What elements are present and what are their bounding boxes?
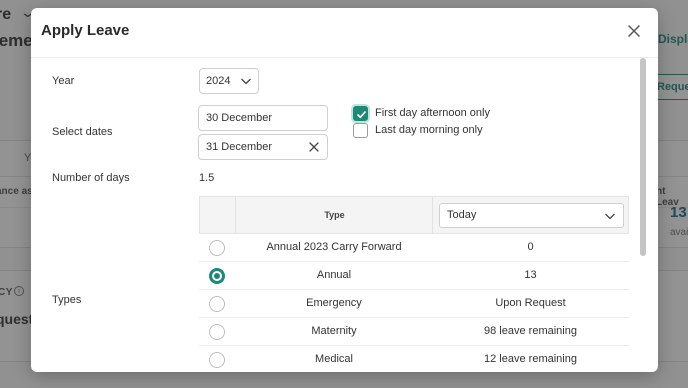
number-of-days-value: 1.5 (199, 172, 215, 184)
leave-balance: 98 leave remaining (484, 325, 577, 337)
close-button[interactable] (625, 22, 643, 40)
year-select[interactable]: 2024 (199, 68, 259, 94)
close-icon (628, 25, 640, 37)
last-day-morning-label: Last day morning only (375, 124, 483, 136)
chevron-down-icon (241, 78, 251, 85)
table-row[interactable]: Medical 12 leave remaining (199, 346, 629, 372)
balance-date-value: Today (447, 209, 477, 221)
radio-button[interactable] (209, 352, 225, 368)
year-label: Year (52, 75, 75, 87)
leave-type-name: Annual (316, 269, 352, 281)
checkbox-checked-icon[interactable] (353, 106, 368, 121)
select-dates-label: Select dates (52, 126, 113, 138)
table-row[interactable]: Annual 2023 Carry Forward 0 (199, 234, 629, 262)
leave-type-name: Maternity (311, 325, 357, 337)
balance-date-select[interactable]: Today (439, 203, 624, 228)
scrollbar-thumb[interactable] (640, 58, 646, 256)
leave-type-name: Medical (315, 353, 353, 365)
end-date-input[interactable]: 31 December (198, 134, 328, 160)
start-date-input[interactable]: 30 December (198, 105, 328, 131)
apply-leave-dialog: Apply Leave Year 2024 Select dates 30 De… (31, 8, 658, 372)
dialog-header-divider (31, 57, 658, 58)
types-label: Types (52, 294, 82, 306)
table-row[interactable]: Maternity 98 leave remaining (199, 318, 629, 346)
radio-button[interactable] (209, 324, 225, 340)
leave-balance: Upon Request (495, 297, 566, 309)
first-day-afternoon-label: First day afternoon only (375, 107, 490, 119)
leave-balance: 0 (527, 241, 534, 253)
table-header: Type Today (199, 196, 629, 234)
year-select-value: 2024 (206, 75, 231, 87)
radio-button[interactable] (209, 240, 225, 256)
leave-type-name: Emergency (306, 297, 362, 309)
table-header-select-column (200, 197, 236, 233)
checkbox-unchecked-icon[interactable] (353, 123, 368, 138)
type-column-header: Type (237, 197, 433, 233)
end-date-value: 31 December (206, 141, 273, 153)
leave-balance: 13 (524, 269, 537, 281)
radio-button[interactable] (209, 296, 225, 312)
radio-button-selected[interactable] (209, 268, 225, 284)
start-date-value: 30 December (206, 112, 273, 124)
clear-date-icon[interactable] (307, 140, 321, 154)
dialog-title: Apply Leave (41, 22, 130, 39)
number-of-days-label: Number of days (52, 172, 130, 184)
table-row[interactable]: Annual 13 (199, 262, 629, 290)
table-row[interactable]: Emergency Upon Request (199, 290, 629, 318)
leave-type-name: Annual 2023 Carry Forward (266, 241, 402, 253)
leave-balance: 12 leave remaining (484, 353, 577, 365)
chevron-down-icon (605, 213, 615, 220)
